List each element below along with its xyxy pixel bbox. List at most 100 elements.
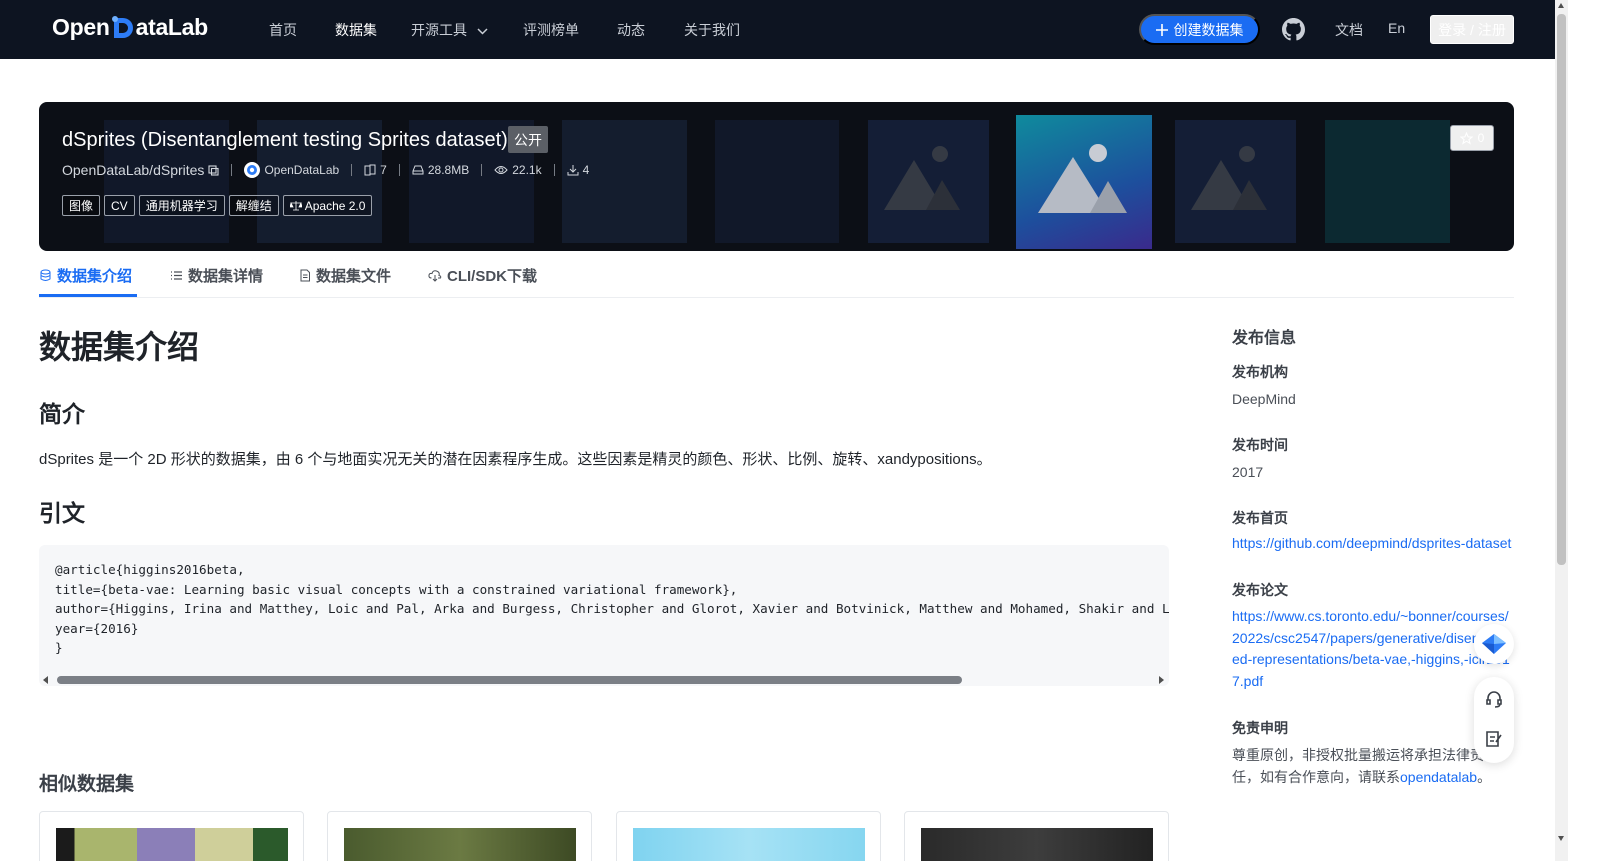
dataset-cover-image: [633, 828, 865, 861]
copy-icon[interactable]: [208, 164, 219, 176]
homepage-label: 发布首页: [1232, 510, 1288, 526]
similar-dataset-card[interactable]: [39, 811, 304, 861]
file-count: 7: [364, 163, 387, 177]
tab-introduction[interactable]: 数据集介绍: [39, 265, 132, 286]
page-vertical-scrollbar[interactable]: [1555, 0, 1568, 861]
create-dataset-label: 创建数据集: [1173, 21, 1244, 38]
tab-files-label: 数据集文件: [316, 268, 392, 285]
logo-text-open: Open: [52, 14, 110, 40]
nav-open-tools-label: 开源工具: [411, 22, 467, 38]
code-line: @article{higgins2016beta,: [55, 562, 245, 577]
citation-heading: 引文: [39, 500, 85, 526]
tag-list: 图像 CV 通用机器学习 解缠结 Apache 2.0: [62, 195, 373, 216]
dataset-size-value: 28.8MB: [427, 163, 470, 177]
logo[interactable]: Open ataLab: [52, 14, 208, 41]
tag[interactable]: CV: [104, 195, 135, 216]
publisher-avatar: [244, 162, 261, 178]
login-register-button[interactable]: 登录 / 注册: [1430, 15, 1514, 44]
preview-thumbnail-image: [868, 120, 989, 243]
paper-link[interactable]: https://www.cs.toronto.edu/~bonner/cours…: [1232, 606, 1512, 692]
publish-info-title: 发布信息: [1232, 330, 1297, 347]
preview-thumbnail: [1325, 120, 1450, 243]
publisher[interactable]: OpenDataLab: [244, 162, 339, 178]
publisher-org-value: DeepMind: [1232, 391, 1296, 407]
visibility-badge: 公开: [508, 126, 548, 153]
repo-path[interactable]: OpenDataLab/dSprites: [62, 162, 219, 178]
intro-heading: 简介: [39, 401, 85, 427]
dataset-cover-image: [56, 828, 288, 861]
cloud-download-icon: [428, 270, 442, 282]
create-dataset-button[interactable]: 创建数据集: [1139, 14, 1260, 45]
homepage-link[interactable]: https://github.com/deepmind/dsprites-dat…: [1232, 533, 1512, 555]
dataset-cover-image: [921, 828, 1153, 861]
nav-leaderboard[interactable]: 评测榜单: [523, 20, 579, 40]
nav-datasets[interactable]: 数据集: [335, 20, 377, 40]
tag[interactable]: 通用机器学习: [138, 195, 225, 216]
similar-dataset-card[interactable]: [904, 811, 1169, 861]
tag[interactable]: 解缠结: [228, 195, 279, 216]
language-switch[interactable]: En: [1388, 20, 1405, 36]
dataset-cover-image: [344, 828, 576, 861]
edit-note-icon[interactable]: [1484, 729, 1504, 749]
logo-text-datalab: ataLab: [135, 14, 209, 40]
database-icon: [40, 269, 51, 281]
nav-about[interactable]: 关于我们: [684, 20, 740, 40]
similar-dataset-card[interactable]: [616, 811, 881, 861]
nav-open-tools[interactable]: 开源工具: [411, 20, 488, 40]
publisher-org-label: 发布机构: [1232, 364, 1288, 380]
scrollbar-thumb[interactable]: [1557, 14, 1566, 565]
preview-thumbnail-active[interactable]: [1016, 115, 1152, 249]
scale-icon: [289, 201, 302, 211]
nav-news[interactable]: 动态: [617, 20, 645, 40]
scroll-up-icon[interactable]: [1558, 3, 1564, 8]
tab-introduction-label: 数据集介绍: [57, 268, 133, 285]
active-tab-indicator: [39, 294, 137, 297]
star-button[interactable]: 0: [1450, 125, 1494, 151]
dataset-tabs: 数据集介绍 数据集详情 数据集文件 CLI/SDK下载: [39, 258, 1514, 298]
headset-icon[interactable]: [1484, 689, 1504, 709]
scroll-left-icon[interactable]: [43, 676, 49, 684]
tab-files[interactable]: 数据集文件: [299, 265, 391, 286]
chevron-down-icon: [477, 28, 488, 35]
download-icon: [567, 165, 579, 176]
scrollbar-thumb[interactable]: [57, 676, 962, 684]
logo-mark-icon: [111, 15, 135, 41]
publish-time-label: 发布时间: [1232, 437, 1288, 453]
citation-code-block[interactable]: @article{higgins2016beta, title={beta-va…: [39, 545, 1169, 686]
file-copy-icon: [364, 164, 376, 176]
file-icon: [300, 269, 310, 282]
tab-details-label: 数据集详情: [188, 268, 264, 285]
plus-icon: [1155, 23, 1168, 36]
disclaimer-end: 。: [1477, 768, 1492, 785]
code-line: author={Higgins, Irina and Matthey, Loic…: [55, 601, 1169, 616]
tag[interactable]: 图像: [62, 195, 101, 216]
download-count: 4: [567, 163, 590, 177]
dataset-size: 28.8MB: [412, 163, 469, 177]
list-icon: [171, 271, 182, 280]
preview-thumbnail: [715, 120, 839, 243]
star-count: 0: [1477, 131, 1485, 145]
dataset-meta-row: OpenDataLab/dSprites OpenDataLab 7 28.8M…: [62, 162, 589, 178]
scroll-down-icon[interactable]: [1558, 836, 1564, 841]
tab-cli-sdk[interactable]: CLI/SDK下载: [428, 265, 537, 286]
contact-link[interactable]: opendatalab: [1400, 769, 1477, 785]
code-line: }: [55, 640, 63, 655]
license-tag[interactable]: Apache 2.0: [282, 195, 373, 216]
paper-label: 发布论文: [1232, 582, 1288, 598]
nav-home[interactable]: 首页: [269, 20, 297, 40]
scroll-right-icon[interactable]: [1158, 676, 1164, 684]
download-count-value: 4: [582, 163, 590, 177]
code-horizontal-scrollbar[interactable]: [39, 673, 1169, 686]
repo-path-text: OpenDataLab/dSprites: [62, 162, 205, 178]
eye-icon: [494, 166, 508, 174]
github-icon[interactable]: [1282, 18, 1305, 46]
nav-docs[interactable]: 文档: [1335, 20, 1363, 40]
tab-cli-sdk-label: CLI/SDK下载: [447, 268, 538, 285]
view-count: 22.1k: [494, 163, 542, 177]
top-navbar: Open ataLab 首页 数据集 开源工具 评测榜单 动态 关于我们 创建数…: [0, 0, 1555, 59]
view-count-value: 22.1k: [512, 163, 542, 177]
assistant-diamond-icon[interactable]: [1474, 624, 1514, 664]
similar-dataset-card[interactable]: [327, 811, 592, 861]
intro-text: dSprites 是一个 2D 形状的数据集，由 6 个与地面实况无关的潜在因素…: [39, 451, 992, 468]
tab-details[interactable]: 数据集详情: [170, 265, 263, 286]
